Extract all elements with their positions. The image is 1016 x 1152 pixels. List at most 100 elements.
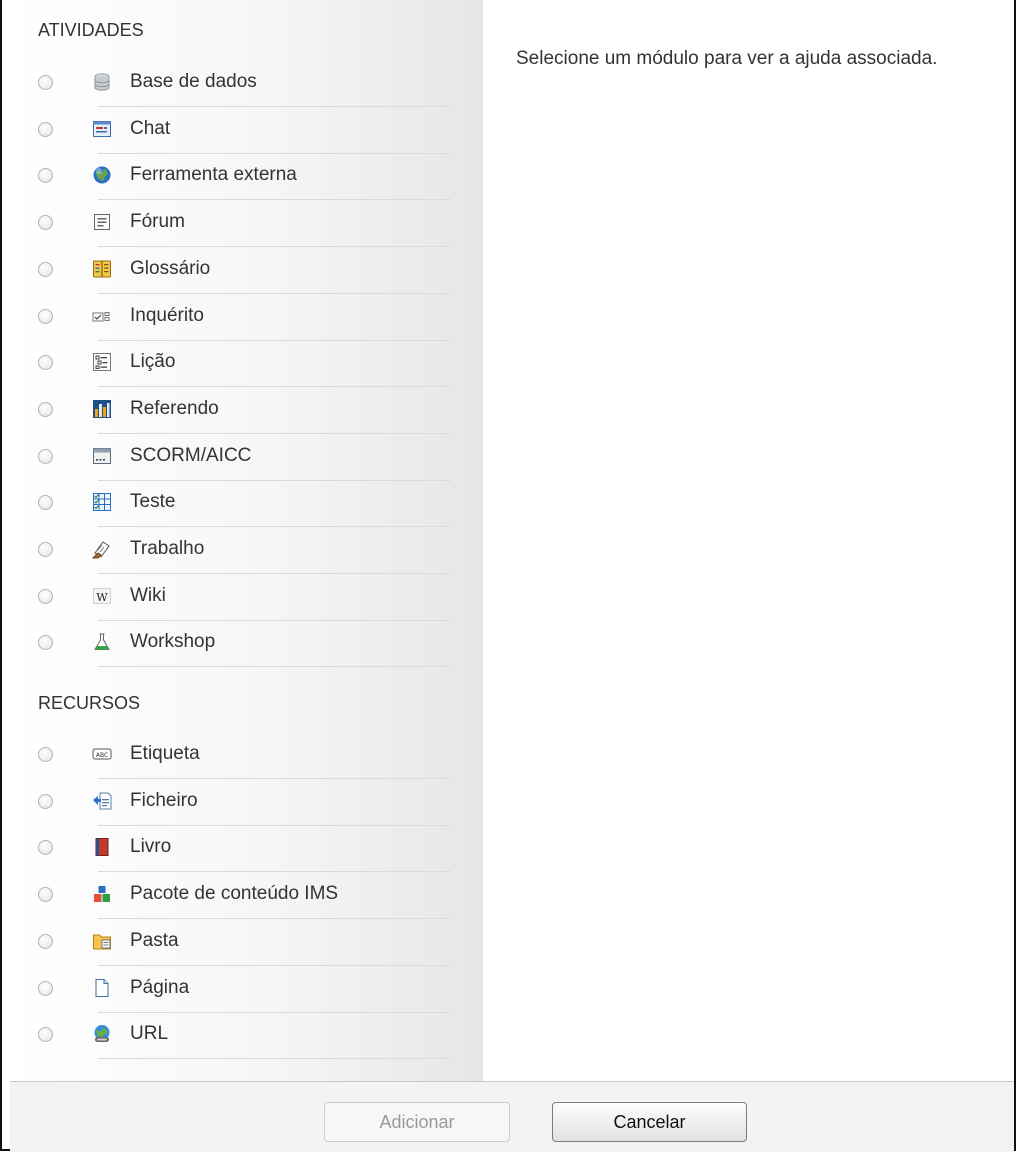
module-label: Pacote de conteúdo IMS (130, 883, 339, 905)
row-divider (98, 824, 451, 826)
row-divider (98, 871, 451, 873)
chat-icon (92, 119, 112, 139)
help-text: Selecione um módulo para ver a ajuda ass… (516, 48, 938, 69)
module-radio[interactable] (38, 933, 53, 949)
row-divider (98, 479, 451, 481)
module-radio[interactable] (38, 308, 53, 324)
add-button[interactable]: Adicionar (324, 1102, 510, 1142)
assignment-icon (92, 539, 112, 559)
module-option[interactable]: Pacote de conteúdo IMS (38, 874, 451, 920)
row-divider (98, 964, 451, 966)
module-radio[interactable] (38, 495, 53, 511)
module-radio[interactable] (38, 168, 53, 184)
file-icon (92, 791, 112, 811)
section-title-resources: RECURSOS (38, 693, 141, 713)
module-option[interactable]: Referendo (38, 389, 451, 434)
module-label: Livro (130, 836, 172, 858)
database-icon (92, 72, 112, 92)
row-divider (98, 386, 451, 388)
module-radio[interactable] (38, 261, 53, 277)
row-divider (98, 666, 451, 668)
module-label: Base de dados (130, 71, 257, 92)
module-label: Trabalho (130, 538, 205, 559)
module-label: Ficheiro (130, 789, 198, 811)
folder-icon (92, 931, 112, 951)
module-option[interactable]: Pasta (38, 921, 451, 966)
module-label: URL (130, 1023, 169, 1045)
module-option[interactable]: URL (38, 1014, 451, 1060)
module-option[interactable]: Fórum (38, 202, 451, 248)
module-label: Glossário (130, 257, 211, 279)
globe-icon (92, 165, 112, 185)
module-label: Pasta (130, 929, 179, 951)
module-radio[interactable] (38, 121, 53, 137)
scorm-icon (92, 446, 112, 466)
module-option[interactable]: Glossário (38, 249, 451, 294)
bar-chart-icon (92, 399, 112, 419)
row-divider (98, 432, 451, 434)
module-option[interactable]: Teste (38, 482, 451, 528)
module-option[interactable]: Ficheiro (38, 781, 451, 826)
row-divider (98, 1058, 451, 1060)
module-option[interactable]: W Wiki (38, 576, 451, 621)
module-radio[interactable] (38, 75, 53, 90)
dialog-footer: Adicionar Cancelar (10, 1081, 1014, 1152)
module-option[interactable]: Lição (38, 342, 451, 388)
row-divider (98, 918, 451, 920)
module-radio[interactable] (38, 355, 53, 371)
page-icon (92, 978, 112, 998)
module-option[interactable]: Chat (38, 109, 451, 154)
module-chooser-dialog: ATIVIDADES Base de dados Chat Ferramenta e… (0, 0, 1016, 1152)
module-option[interactable]: SCORM/AICC (38, 436, 451, 481)
label-icon: ABC (92, 744, 112, 764)
row-divider (98, 619, 451, 621)
module-option[interactable]: Página (38, 968, 451, 1013)
module-label: Teste (130, 491, 176, 513)
row-divider (98, 778, 451, 779)
module-label: Fórum (130, 211, 185, 233)
cancel-button[interactable]: Cancelar (552, 1102, 747, 1142)
module-option[interactable]: Workshop (38, 622, 451, 668)
ims-package-icon (92, 884, 112, 904)
module-label: Ferramenta externa (130, 164, 297, 186)
module-radio[interactable] (38, 840, 53, 856)
module-label: Workshop (130, 631, 216, 653)
module-radio[interactable] (38, 215, 53, 231)
module-radio[interactable] (38, 980, 53, 996)
help-panel: Selecione um módulo para ver a ajuda ass… (483, 0, 1014, 1081)
module-radio[interactable] (38, 588, 53, 604)
row-divider (98, 199, 451, 201)
module-radio[interactable] (38, 887, 53, 903)
row-divider (98, 339, 451, 341)
book-icon (92, 837, 112, 857)
module-radio[interactable] (38, 747, 53, 762)
module-list-panel: ATIVIDADES Base de dados Chat Ferramenta e… (10, 0, 483, 1081)
module-label: Wiki (130, 584, 166, 606)
module-label: SCORM/AICC (130, 444, 252, 466)
module-option[interactable]: Trabalho (38, 529, 451, 574)
row-divider (98, 1011, 451, 1013)
module-option[interactable]: Inquérito (38, 296, 451, 341)
module-radio[interactable] (38, 448, 53, 464)
module-label: Chat (130, 117, 171, 139)
module-option[interactable]: Livro (38, 827, 451, 873)
lesson-icon (92, 352, 112, 372)
module-radio[interactable] (38, 401, 53, 417)
row-divider (98, 246, 451, 248)
flask-icon (92, 632, 112, 652)
wiki-icon: W (92, 586, 112, 606)
module-label: Referendo (130, 397, 219, 419)
module-option[interactable]: Base de dados (38, 62, 451, 107)
module-radio[interactable] (38, 793, 53, 809)
module-label: Etiqueta (130, 743, 200, 764)
module-label: Lição (130, 351, 176, 373)
module-radio[interactable] (38, 1027, 53, 1043)
module-option[interactable]: ABC Etiqueta (38, 734, 451, 779)
row-divider (98, 526, 451, 528)
row-divider (98, 573, 451, 574)
module-option[interactable]: Ferramenta externa (38, 155, 451, 201)
module-radio[interactable] (38, 542, 53, 557)
glossary-icon (92, 259, 112, 279)
forum-icon (92, 212, 112, 232)
module-radio[interactable] (38, 635, 53, 651)
